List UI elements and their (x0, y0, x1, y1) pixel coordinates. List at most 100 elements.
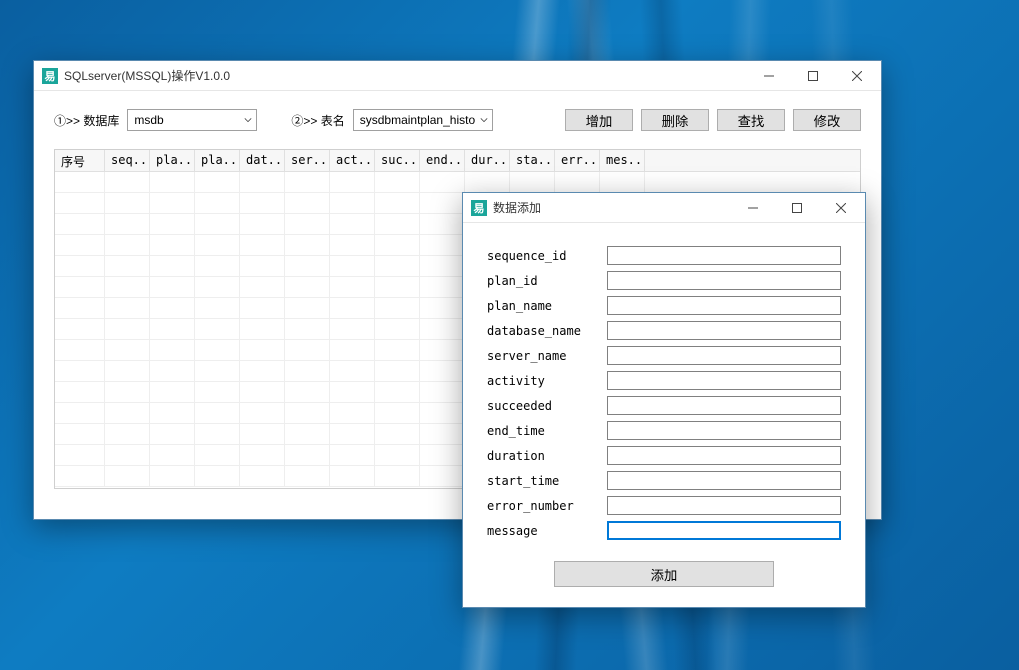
column-header[interactable]: dur... (465, 150, 510, 171)
table-cell (420, 403, 465, 423)
table-cell (55, 382, 105, 402)
table-cell (195, 256, 240, 276)
table-cell (330, 445, 375, 465)
database-combobox[interactable]: msdb (127, 109, 257, 131)
table-cell (55, 235, 105, 255)
field-label: message (487, 524, 607, 538)
grid-header: 序号seq...pla...pla...dat...ser...act...su… (55, 150, 860, 172)
table-cell (375, 403, 420, 423)
column-header[interactable]: seq... (105, 150, 150, 171)
table-cell (420, 319, 465, 339)
table-cell (285, 214, 330, 234)
close-button[interactable] (835, 62, 879, 90)
table-label: ②>> 表名 (291, 112, 344, 129)
duration-input[interactable] (607, 446, 841, 465)
activity-input[interactable] (607, 371, 841, 390)
column-header[interactable]: ser... (285, 150, 330, 171)
table-cell (420, 424, 465, 444)
table-cell (105, 298, 150, 318)
table-cell (330, 235, 375, 255)
table-cell (240, 403, 285, 423)
table-cell (240, 193, 285, 213)
table-cell (420, 340, 465, 360)
table-cell (105, 382, 150, 402)
table-cell (55, 403, 105, 423)
field-label: end_time (487, 424, 607, 438)
table-cell (150, 298, 195, 318)
table-cell (105, 403, 150, 423)
database_name-input[interactable] (607, 321, 841, 340)
table-cell (375, 172, 420, 192)
end_time-input[interactable] (607, 421, 841, 440)
maximize-button[interactable] (775, 194, 819, 222)
form-row: message (487, 518, 841, 543)
field-label: database_name (487, 324, 607, 338)
table-cell (375, 256, 420, 276)
toolbar: ①>> 数据库 msdb ②>> 表名 sysdbmaintplan_histo… (54, 109, 861, 131)
table-cell (510, 172, 555, 192)
succeeded-input[interactable] (607, 396, 841, 415)
table-cell (55, 361, 105, 381)
column-header[interactable]: mes... (600, 150, 645, 171)
maximize-button[interactable] (791, 62, 835, 90)
delete-button[interactable]: 删除 (641, 109, 709, 131)
main-titlebar[interactable]: 易 SQLserver(MSSQL)操作V1.0.0 (34, 61, 881, 91)
start_time-input[interactable] (607, 471, 841, 490)
table-cell (195, 214, 240, 234)
message-input[interactable] (607, 521, 841, 540)
column-header[interactable]: suc... (375, 150, 420, 171)
field-label: duration (487, 449, 607, 463)
close-button[interactable] (819, 194, 863, 222)
table-cell (240, 466, 285, 486)
table-cell (375, 466, 420, 486)
table-cell (195, 235, 240, 255)
column-header[interactable]: act... (330, 150, 375, 171)
modify-button[interactable]: 修改 (793, 109, 861, 131)
plan_id-input[interactable] (607, 271, 841, 290)
table-cell (55, 172, 105, 192)
table-cell (285, 172, 330, 192)
table-cell (330, 361, 375, 381)
table-cell (195, 340, 240, 360)
column-header[interactable]: sta... (510, 150, 555, 171)
server_name-input[interactable] (607, 346, 841, 365)
table-cell (150, 424, 195, 444)
dialog-form: sequence_idplan_idplan_namedatabase_name… (487, 243, 841, 543)
database-value: msdb (134, 113, 163, 127)
sequence_id-input[interactable] (607, 246, 841, 265)
column-header[interactable]: 序号 (55, 150, 105, 171)
table-cell (285, 466, 330, 486)
error_number-input[interactable] (607, 496, 841, 515)
column-header[interactable]: pla... (195, 150, 240, 171)
table-cell (55, 340, 105, 360)
minimize-button[interactable] (731, 194, 775, 222)
table-cell (285, 382, 330, 402)
table-cell (375, 277, 420, 297)
table-cell (55, 445, 105, 465)
column-header[interactable]: end... (420, 150, 465, 171)
app-icon: 易 (471, 200, 487, 216)
table-cell (195, 382, 240, 402)
table-cell (195, 361, 240, 381)
table-cell (105, 193, 150, 213)
minimize-button[interactable] (747, 62, 791, 90)
table-cell (150, 214, 195, 234)
table-cell (240, 382, 285, 402)
table-combobox[interactable]: sysdbmaintplan_history (353, 109, 493, 131)
form-row: start_time (487, 468, 841, 493)
column-header[interactable]: pla... (150, 150, 195, 171)
plan_name-input[interactable] (607, 296, 841, 315)
find-button[interactable]: 查找 (717, 109, 785, 131)
table-cell (420, 256, 465, 276)
table-cell (195, 466, 240, 486)
column-header[interactable]: err... (555, 150, 600, 171)
dialog-titlebar[interactable]: 易 数据添加 (463, 193, 865, 223)
add-button[interactable]: 增加 (565, 109, 633, 131)
submit-add-button[interactable]: 添加 (554, 561, 774, 587)
table-cell (285, 298, 330, 318)
main-window-title: SQLserver(MSSQL)操作V1.0.0 (64, 67, 230, 84)
column-header[interactable]: dat... (240, 150, 285, 171)
table-cell (285, 403, 330, 423)
table-cell (375, 319, 420, 339)
table-row[interactable] (55, 172, 860, 193)
